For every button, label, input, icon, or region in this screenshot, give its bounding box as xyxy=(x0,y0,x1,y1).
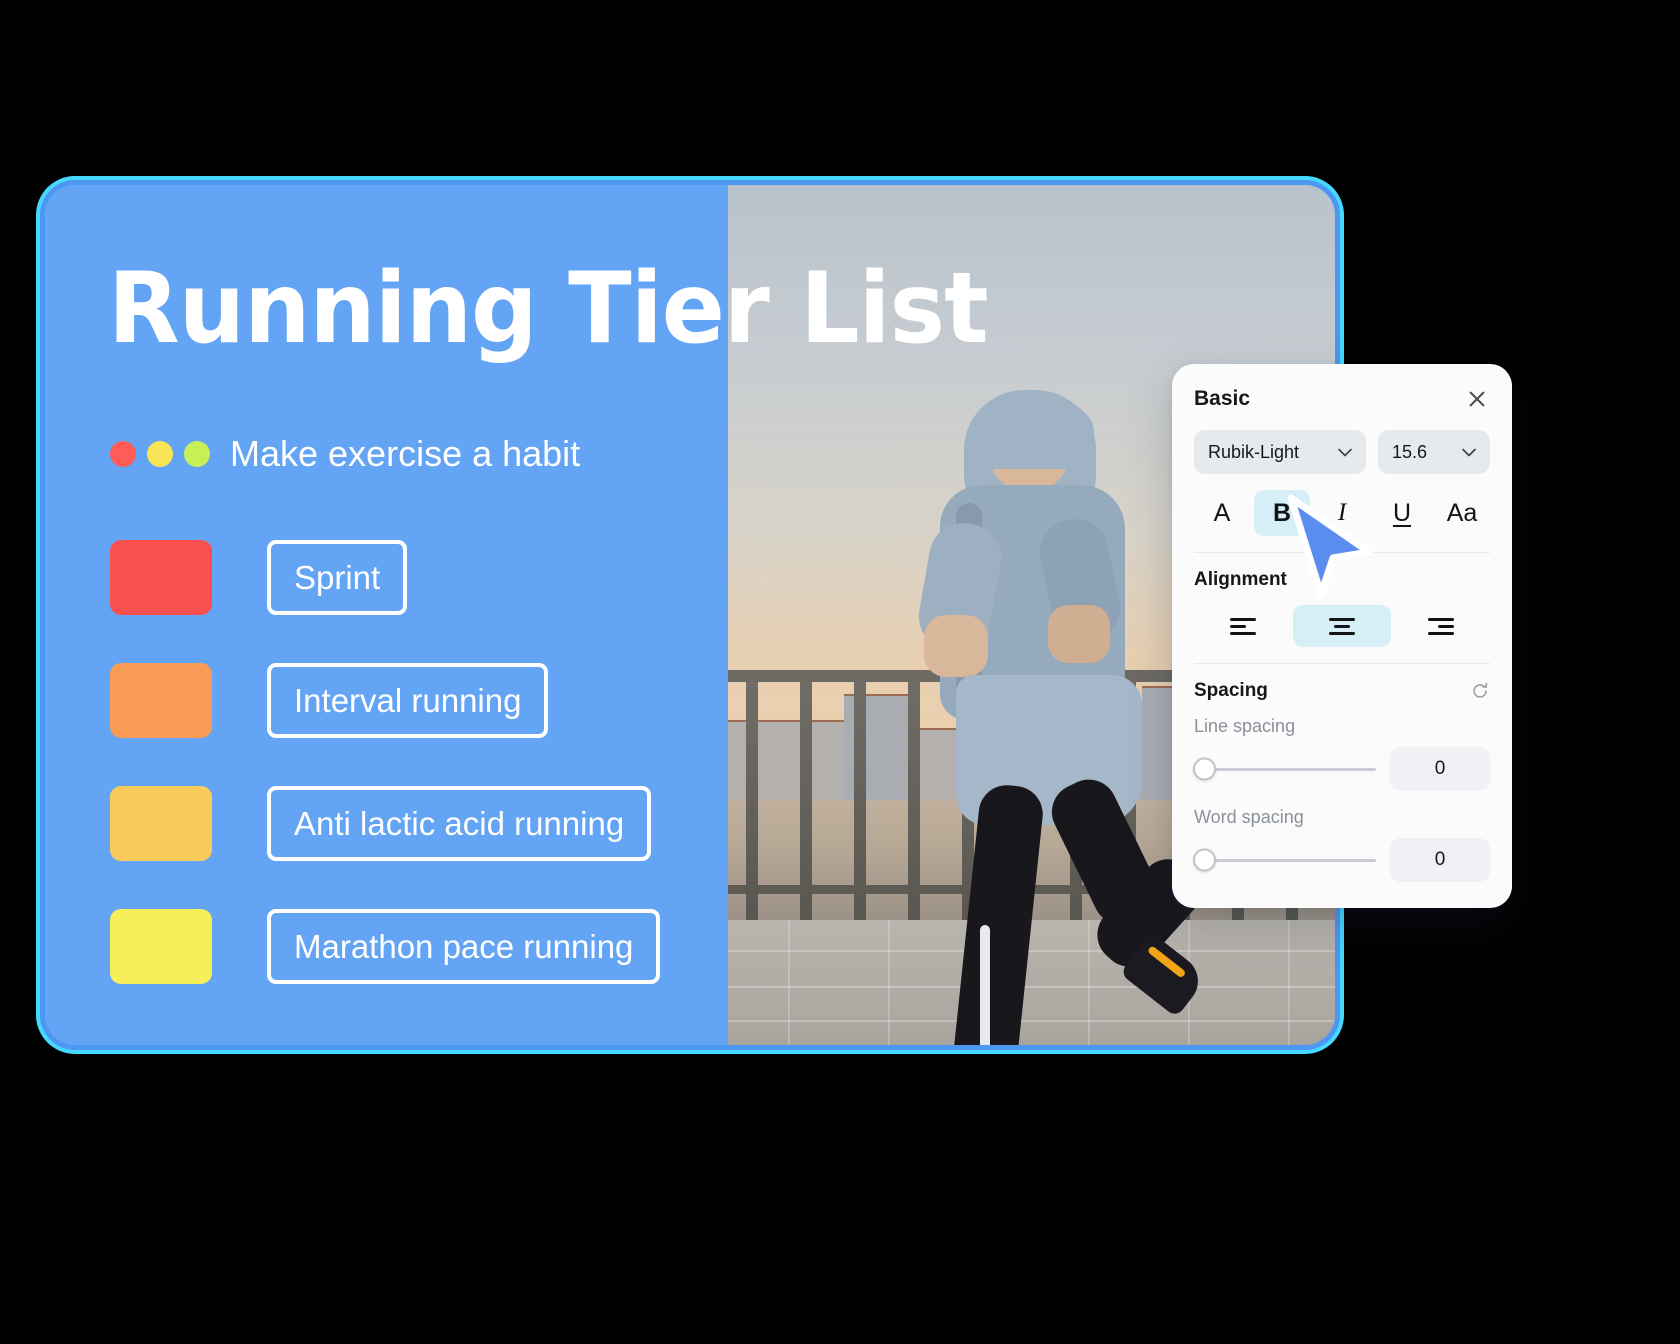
align-right-glyph xyxy=(1428,614,1454,639)
subtitle-row: Make exercise a habit xyxy=(110,433,580,475)
alignment-label: Alignment xyxy=(1194,569,1287,590)
divider xyxy=(1194,663,1490,664)
underline-glyph: U xyxy=(1392,498,1412,527)
align-center-glyph xyxy=(1329,614,1355,639)
line-spacing-label: Line spacing xyxy=(1194,716,1296,736)
tier-label[interactable]: Anti lactic acid running xyxy=(267,786,652,861)
font-family-select[interactable]: Rubik-Light xyxy=(1194,430,1366,474)
alignment-row xyxy=(1194,605,1490,647)
font-color-glyph: A xyxy=(1213,498,1231,527)
tier-row[interactable]: Interval running xyxy=(110,663,660,738)
tier-swatch[interactable] xyxy=(110,909,212,984)
reset-icon[interactable] xyxy=(1470,681,1490,701)
dot-yellow xyxy=(147,441,173,467)
font-color-icon[interactable]: A xyxy=(1194,490,1250,536)
page-title[interactable]: Running Tier List xyxy=(108,260,989,358)
dot-red xyxy=(110,441,136,467)
text-case-icon[interactable]: Aa xyxy=(1434,490,1490,536)
alignment-section-header: Alignment xyxy=(1194,569,1490,591)
font-size-value: 15.6 xyxy=(1392,441,1428,462)
word-spacing-label: Word spacing xyxy=(1194,807,1304,827)
spacing-label: Spacing xyxy=(1194,680,1268,701)
line-spacing-slider-thumb[interactable] xyxy=(1193,757,1216,781)
bold-glyph: B xyxy=(1272,498,1292,527)
chevron-down-icon xyxy=(1462,448,1476,456)
word-spacing-value[interactable]: 0 xyxy=(1390,838,1490,882)
close-icon[interactable] xyxy=(1464,386,1490,412)
chevron-down-icon xyxy=(1338,448,1352,456)
word-spacing-row: 0 xyxy=(1193,838,1490,882)
text-case-glyph: Aa xyxy=(1446,498,1478,527)
line-spacing-slider[interactable] xyxy=(1193,757,1376,781)
line-spacing-value[interactable]: 0 xyxy=(1390,747,1490,791)
panel-title: Basic xyxy=(1194,387,1251,410)
divider xyxy=(1194,552,1490,553)
panel-header: Basic xyxy=(1194,386,1490,412)
tier-swatch[interactable] xyxy=(110,540,212,615)
line-spacing-row: 0 xyxy=(1193,747,1490,791)
align-right-icon[interactable] xyxy=(1392,605,1490,647)
tier-swatch[interactable] xyxy=(110,663,212,738)
underline-icon[interactable]: U xyxy=(1374,490,1430,536)
word-spacing-slider[interactable] xyxy=(1193,848,1376,872)
tier-label[interactable]: Interval running xyxy=(267,663,549,738)
subtitle-text[interactable]: Make exercise a habit xyxy=(230,433,580,475)
tier-label[interactable]: Marathon pace running xyxy=(267,909,661,984)
tier-label[interactable]: Sprint xyxy=(267,540,408,615)
align-left-icon[interactable] xyxy=(1194,605,1292,647)
bold-icon[interactable]: B xyxy=(1254,490,1310,536)
tier-row[interactable]: Anti lactic acid running xyxy=(110,786,660,861)
align-left-glyph xyxy=(1230,614,1256,639)
align-center-icon[interactable] xyxy=(1293,605,1391,647)
text-style-row: A B I U Aa xyxy=(1194,490,1490,536)
italic-icon[interactable]: I xyxy=(1314,490,1370,536)
tier-swatch[interactable] xyxy=(110,786,212,861)
font-family-value: Rubik-Light xyxy=(1208,441,1300,462)
tier-list: Sprint Interval running Anti lactic acid… xyxy=(110,540,661,1032)
text-format-panel: Basic Rubik-Light 15.6 A B I U Aa Alignm… xyxy=(1172,364,1512,908)
word-spacing-slider-thumb[interactable] xyxy=(1193,848,1216,872)
italic-glyph: I xyxy=(1337,499,1347,526)
font-controls-row: Rubik-Light 15.6 xyxy=(1194,430,1490,474)
font-size-select[interactable]: 15.6 xyxy=(1378,430,1490,474)
spacing-section-header: Spacing xyxy=(1194,680,1490,702)
tier-row[interactable]: Sprint xyxy=(110,540,660,615)
tier-row[interactable]: Marathon pace running xyxy=(110,909,661,984)
dot-lime xyxy=(184,441,210,467)
slide-card[interactable]: Running Tier List Make exercise a habit … xyxy=(45,185,1335,1045)
